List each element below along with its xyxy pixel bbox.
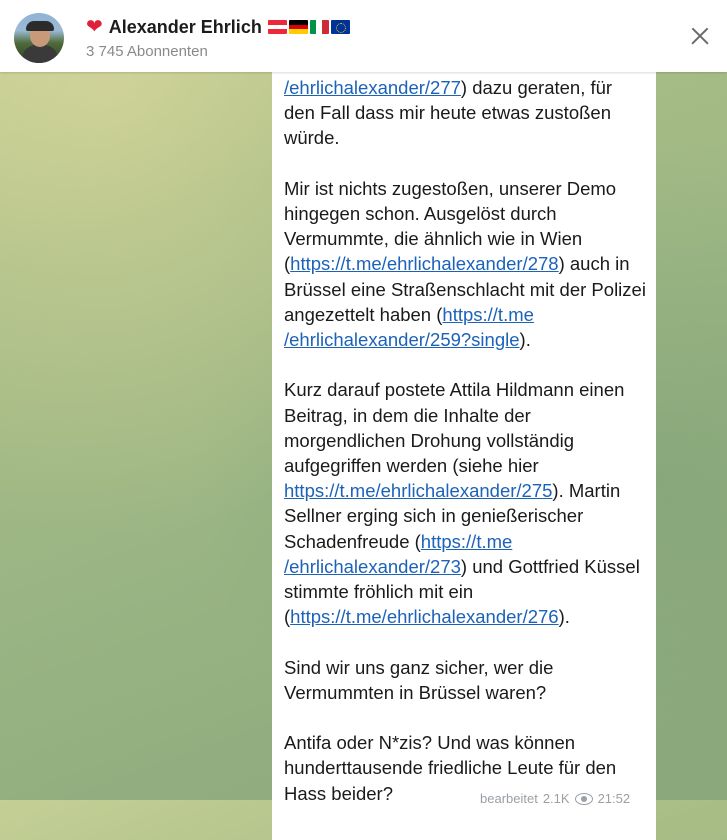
- flag-it-icon: [309, 20, 329, 34]
- heart-icon: ❤: [86, 16, 103, 38]
- message-paragraph: Mir ist nichts zugestoßen, unserer Demo …: [284, 177, 646, 351]
- message-time: 21:52: [597, 791, 631, 806]
- eye-icon: [574, 793, 593, 805]
- message-link[interactable]: https://t.me/ehrlichalexander/275: [284, 480, 552, 501]
- message-link[interactable]: https://t.me/ehrlichalexander/278: [290, 253, 558, 274]
- message-link[interactable]: /ehrlichalexander/277: [284, 77, 461, 98]
- close-icon[interactable]: [687, 23, 713, 49]
- edited-label: bearbeitet: [480, 791, 538, 806]
- subscriber-count: 3 745 Abonnenten: [86, 43, 208, 60]
- message-link[interactable]: https://t.me/ehrlichalexander/276: [290, 606, 558, 627]
- avatar-shirt: [22, 45, 58, 63]
- message-meta: bearbeitet 2.1K 21:52: [480, 791, 630, 806]
- message-paragraph: Sind wir uns ganz sicher, wer die Vermum…: [284, 656, 554, 703]
- view-count: 2.1K: [542, 791, 570, 806]
- flags: [267, 20, 350, 34]
- message-paragraph: /ehrlichalexander/277) dazu geraten, für…: [284, 77, 613, 149]
- avatar[interactable]: [14, 13, 64, 63]
- channel-name: Alexander Ehrlich: [108, 16, 262, 37]
- channel-header: ❤ Alexander Ehrlich 3 745 Abonnenten: [0, 0, 727, 72]
- channel-title-row[interactable]: ❤ Alexander Ehrlich: [86, 15, 350, 39]
- flag-de-icon: [288, 20, 308, 34]
- message-text: /ehrlichalexander/277) dazu geraten, für…: [284, 75, 646, 831]
- avatar-hat: [26, 21, 54, 31]
- message-paragraph: Kurz darauf postete Attila Hildmann eine…: [284, 379, 640, 628]
- flag-eu-icon: [330, 20, 350, 34]
- flag-at-icon: [267, 20, 287, 34]
